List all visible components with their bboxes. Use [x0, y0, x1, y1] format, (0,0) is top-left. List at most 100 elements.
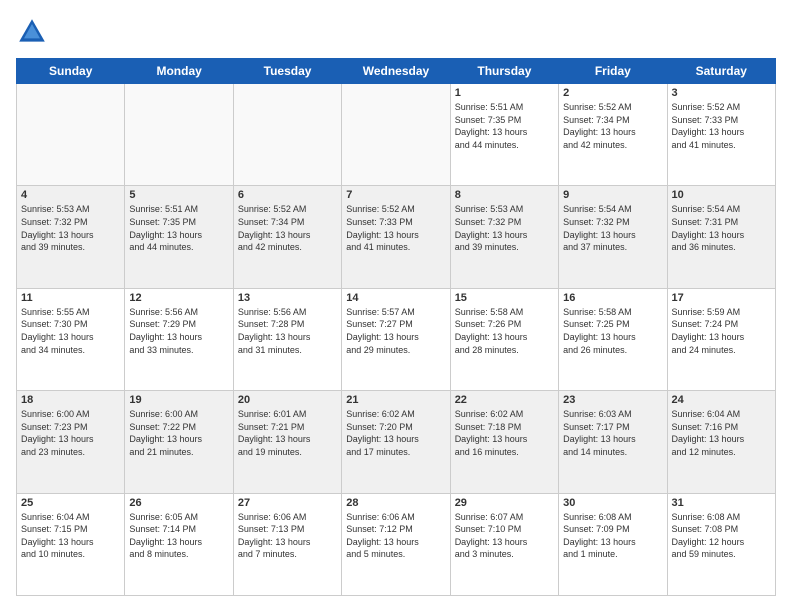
day-number: 17	[672, 292, 771, 304]
day-number: 27	[238, 497, 337, 509]
day-info: Sunrise: 5:51 AMSunset: 7:35 PMDaylight:…	[455, 101, 554, 151]
day-number: 24	[672, 394, 771, 406]
day-info: Sunrise: 6:07 AMSunset: 7:10 PMDaylight:…	[455, 511, 554, 561]
weekday-header: Sunday	[17, 59, 125, 84]
day-info: Sunrise: 5:52 AMSunset: 7:34 PMDaylight:…	[238, 203, 337, 253]
day-number: 23	[563, 394, 662, 406]
calendar-cell: 2 Sunrise: 5:52 AMSunset: 7:34 PMDaylight…	[559, 84, 667, 186]
day-number: 1	[455, 87, 554, 99]
calendar-cell: 26Sunrise: 6:05 AMSunset: 7:14 PMDayligh…	[125, 493, 233, 595]
day-info: Sunrise: 6:08 AMSunset: 7:09 PMDaylight:…	[563, 511, 662, 561]
day-info: Sunrise: 6:01 AMSunset: 7:21 PMDaylight:…	[238, 408, 337, 458]
logo	[16, 16, 52, 48]
day-info: Sunrise: 5:55 AMSunset: 7:30 PMDaylight:…	[21, 306, 120, 356]
day-number: 28	[346, 497, 445, 509]
weekday-header: Tuesday	[233, 59, 341, 84]
calendar-week-row: 18 Sunrise: 6:00 AMSunset: 7:23 PMDayligh…	[17, 391, 776, 493]
weekday-header-row: SundayMondayTuesdayWednesdayThursdayFrid…	[17, 59, 776, 84]
day-info: Sunrise: 5:52 AMSunset: 7:33 PMDaylight:…	[346, 203, 445, 253]
day-info: Sunrise: 6:02 AMSunset: 7:18 PMDaylight:…	[455, 408, 554, 458]
day-info: Sunrise: 6:06 AMSunset: 7:13 PMDaylight:…	[238, 511, 337, 561]
day-info: Sunrise: 5:56 AMSunset: 7:28 PMDaylight:…	[238, 306, 337, 356]
day-number: 16	[563, 292, 662, 304]
header	[16, 16, 776, 48]
calendar-cell: 16 Sunrise: 5:58 AMSunset: 7:25 PMDayligh…	[559, 288, 667, 390]
weekday-header: Monday	[125, 59, 233, 84]
day-number: 8	[455, 189, 554, 201]
calendar-cell: 14 Sunrise: 5:57 AMSunset: 7:27 PMDayligh…	[342, 288, 450, 390]
day-info: Sunrise: 5:59 AMSunset: 7:24 PMDaylight:…	[672, 306, 771, 356]
calendar-cell: 11 Sunrise: 5:55 AMSunset: 7:30 PMDayligh…	[17, 288, 125, 390]
day-number: 13	[238, 292, 337, 304]
day-info: Sunrise: 5:52 AMSunset: 7:34 PMDaylight:…	[563, 101, 662, 151]
day-number: 18	[21, 394, 120, 406]
calendar-cell: 17 Sunrise: 5:59 AMSunset: 7:24 PMDayligh…	[667, 288, 775, 390]
day-number: 2	[563, 87, 662, 99]
day-info: Sunrise: 6:02 AMSunset: 7:20 PMDaylight:…	[346, 408, 445, 458]
calendar-cell: 28 Sunrise: 6:06 AMSunset: 7:12 PMDayligh…	[342, 493, 450, 595]
calendar-cell: 27 Sunrise: 6:06 AMSunset: 7:13 PMDayligh…	[233, 493, 341, 595]
calendar-week-row: 25 Sunrise: 6:04 AMSunset: 7:15 PMDayligh…	[17, 493, 776, 595]
calendar-cell: 20 Sunrise: 6:01 AMSunset: 7:21 PMDayligh…	[233, 391, 341, 493]
day-info: Sunrise: 6:00 AMSunset: 7:23 PMDaylight:…	[21, 408, 120, 458]
day-info: Sunrise: 5:53 AMSunset: 7:32 PMDaylight:…	[455, 203, 554, 253]
day-info: Sunrise: 5:54 AMSunset: 7:32 PMDaylight:…	[563, 203, 662, 253]
day-number: 11	[21, 292, 120, 304]
calendar-cell	[342, 84, 450, 186]
day-info: Sunrise: 5:53 AMSunset: 7:32 PMDaylight:…	[21, 203, 120, 253]
calendar-cell: 7Sunrise: 5:52 AMSunset: 7:33 PMDaylight…	[342, 186, 450, 288]
calendar-cell	[125, 84, 233, 186]
calendar-cell: 24 Sunrise: 6:04 AMSunset: 7:16 PMDayligh…	[667, 391, 775, 493]
calendar-cell: 9Sunrise: 5:54 AMSunset: 7:32 PMDaylight…	[559, 186, 667, 288]
calendar-week-row: 4 Sunrise: 5:53 AMSunset: 7:32 PMDaylight…	[17, 186, 776, 288]
day-info: Sunrise: 6:00 AMSunset: 7:22 PMDaylight:…	[129, 408, 228, 458]
day-info: Sunrise: 5:58 AMSunset: 7:26 PMDaylight:…	[455, 306, 554, 356]
day-number: 20	[238, 394, 337, 406]
day-info: Sunrise: 5:51 AMSunset: 7:35 PMDaylight:…	[129, 203, 228, 253]
day-number: 25	[21, 497, 120, 509]
day-number: 10	[672, 189, 771, 201]
day-info: Sunrise: 6:04 AMSunset: 7:16 PMDaylight:…	[672, 408, 771, 458]
day-info: Sunrise: 6:05 AMSunset: 7:14 PMDaylight:…	[129, 511, 228, 561]
calendar-cell: 22 Sunrise: 6:02 AMSunset: 7:18 PMDayligh…	[450, 391, 558, 493]
calendar: SundayMondayTuesdayWednesdayThursdayFrid…	[16, 58, 776, 596]
day-info: Sunrise: 5:52 AMSunset: 7:33 PMDaylight:…	[672, 101, 771, 151]
day-number: 21	[346, 394, 445, 406]
day-number: 30	[563, 497, 662, 509]
calendar-cell: 18 Sunrise: 6:00 AMSunset: 7:23 PMDayligh…	[17, 391, 125, 493]
calendar-cell	[17, 84, 125, 186]
day-info: Sunrise: 5:54 AMSunset: 7:31 PMDaylight:…	[672, 203, 771, 253]
calendar-cell: 31Sunrise: 6:08 AMSunset: 7:08 PMDayligh…	[667, 493, 775, 595]
calendar-week-row: 1 Sunrise: 5:51 AMSunset: 7:35 PMDaylight…	[17, 84, 776, 186]
calendar-cell: 29Sunrise: 6:07 AMSunset: 7:10 PMDayligh…	[450, 493, 558, 595]
day-info: Sunrise: 5:56 AMSunset: 7:29 PMDaylight:…	[129, 306, 228, 356]
day-number: 12	[129, 292, 228, 304]
weekday-header: Friday	[559, 59, 667, 84]
day-info: Sunrise: 5:58 AMSunset: 7:25 PMDaylight:…	[563, 306, 662, 356]
day-info: Sunrise: 6:03 AMSunset: 7:17 PMDaylight:…	[563, 408, 662, 458]
calendar-cell: 30 Sunrise: 6:08 AMSunset: 7:09 PMDayligh…	[559, 493, 667, 595]
calendar-cell: 13 Sunrise: 5:56 AMSunset: 7:28 PMDayligh…	[233, 288, 341, 390]
day-number: 14	[346, 292, 445, 304]
calendar-cell: 25 Sunrise: 6:04 AMSunset: 7:15 PMDayligh…	[17, 493, 125, 595]
day-info: Sunrise: 6:04 AMSunset: 7:15 PMDaylight:…	[21, 511, 120, 561]
calendar-cell: 23 Sunrise: 6:03 AMSunset: 7:17 PMDayligh…	[559, 391, 667, 493]
weekday-header: Wednesday	[342, 59, 450, 84]
calendar-cell: 1 Sunrise: 5:51 AMSunset: 7:35 PMDaylight…	[450, 84, 558, 186]
calendar-cell: 6Sunrise: 5:52 AMSunset: 7:34 PMDaylight…	[233, 186, 341, 288]
weekday-header: Saturday	[667, 59, 775, 84]
calendar-cell: 8 Sunrise: 5:53 AMSunset: 7:32 PMDaylight…	[450, 186, 558, 288]
calendar-cell: 10 Sunrise: 5:54 AMSunset: 7:31 PMDayligh…	[667, 186, 775, 288]
calendar-cell: 4 Sunrise: 5:53 AMSunset: 7:32 PMDaylight…	[17, 186, 125, 288]
day-info: Sunrise: 6:06 AMSunset: 7:12 PMDaylight:…	[346, 511, 445, 561]
day-number: 22	[455, 394, 554, 406]
day-number: 4	[21, 189, 120, 201]
day-number: 3	[672, 87, 771, 99]
calendar-cell: 15Sunrise: 5:58 AMSunset: 7:26 PMDayligh…	[450, 288, 558, 390]
weekday-header: Thursday	[450, 59, 558, 84]
calendar-cell: 3 Sunrise: 5:52 AMSunset: 7:33 PMDaylight…	[667, 84, 775, 186]
day-number: 31	[672, 497, 771, 509]
calendar-cell: 5 Sunrise: 5:51 AMSunset: 7:35 PMDaylight…	[125, 186, 233, 288]
day-info: Sunrise: 5:57 AMSunset: 7:27 PMDaylight:…	[346, 306, 445, 356]
day-number: 5	[129, 189, 228, 201]
